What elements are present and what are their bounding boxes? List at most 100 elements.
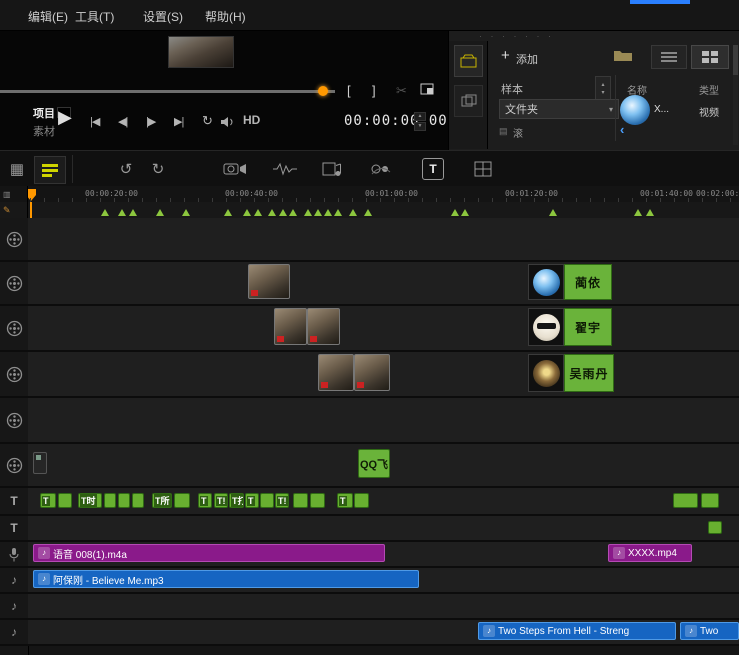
repeat-button[interactable]: ↻ bbox=[202, 113, 213, 129]
timeline-clip[interactable]: 蔺依 bbox=[528, 264, 612, 300]
timeline-clip[interactable] bbox=[274, 308, 307, 345]
add-folder-plus-icon[interactable]: + bbox=[501, 47, 510, 64]
timecode-spinner[interactable]: ▲ ▼ bbox=[414, 112, 426, 131]
timeline-clip[interactable] bbox=[118, 493, 130, 508]
chapter-marker-icon[interactable] bbox=[268, 209, 276, 216]
spin-down-icon[interactable]: ▼ bbox=[414, 122, 426, 131]
scrubber-track[interactable] bbox=[0, 90, 335, 93]
timeline-clip[interactable] bbox=[248, 264, 290, 299]
subtitle-editor-button[interactable]: T bbox=[420, 156, 446, 182]
scrubber-handle[interactable] bbox=[318, 86, 328, 96]
chapter-marker-icon[interactable] bbox=[461, 209, 469, 216]
enlarge-preview-icon[interactable] bbox=[420, 83, 434, 98]
undo-button[interactable]: ↺ bbox=[114, 156, 138, 182]
spin-down-icon[interactable]: ▾ bbox=[601, 89, 604, 97]
timeline-clip[interactable]: T bbox=[337, 493, 353, 508]
library-scrollbar[interactable] bbox=[733, 45, 738, 145]
timeline-clip[interactable]: 翟宇 bbox=[528, 308, 612, 346]
thumbnail-view-button[interactable] bbox=[691, 45, 729, 69]
spin-up-icon[interactable]: ▴ bbox=[601, 81, 604, 89]
clip-mode-toggle[interactable]: 素材 bbox=[33, 123, 55, 139]
track-head-voice[interactable] bbox=[0, 542, 28, 568]
chapter-marker-icon[interactable] bbox=[224, 209, 232, 216]
chapter-marker-icon[interactable] bbox=[334, 209, 342, 216]
chapter-marker-icon[interactable] bbox=[304, 209, 312, 216]
track-head-video-3[interactable] bbox=[0, 306, 28, 352]
folder-dropdown[interactable]: 文件夹 ▾ bbox=[499, 99, 619, 119]
track-row-video-3[interactable]: 翟宇 bbox=[28, 306, 739, 352]
edit-pen-icon[interactable]: ✎ bbox=[3, 205, 11, 216]
media-item-thumbnail[interactable] bbox=[620, 95, 650, 125]
track-head-video-5[interactable] bbox=[0, 398, 28, 444]
timeline-clip[interactable]: 吴雨丹 bbox=[528, 354, 614, 392]
mark-in-button[interactable]: [ bbox=[347, 83, 351, 98]
chapter-marker-icon[interactable] bbox=[118, 209, 126, 216]
timeline-clip[interactable]: QQ飞 bbox=[358, 449, 390, 478]
list-view-button[interactable] bbox=[651, 45, 687, 69]
timeline-clip[interactable] bbox=[293, 493, 308, 508]
timeline-view-button[interactable] bbox=[34, 156, 66, 184]
chapter-marker-icon[interactable] bbox=[634, 209, 642, 216]
timeline-ruler[interactable]: 00:00:20:00 00:00:40:00 00:01:00:00 00:01:2… bbox=[0, 186, 739, 203]
panel-drag-handle[interactable]: · · · · · · · bbox=[479, 31, 554, 41]
timecode-display[interactable]: 00:00:00:00 bbox=[344, 113, 448, 129]
split-clip-icon[interactable]: ✂ bbox=[396, 83, 407, 99]
timeline-clip[interactable]: ♪ 阿保刚 - Believe Me.mp3 bbox=[33, 570, 419, 588]
track-row-video-1[interactable] bbox=[28, 218, 739, 262]
track-head-title-1[interactable]: T bbox=[0, 488, 28, 516]
timeline-clip[interactable] bbox=[58, 493, 72, 508]
redo-button[interactable]: ↻ bbox=[146, 156, 170, 182]
chapter-marker-icon[interactable] bbox=[364, 209, 372, 216]
track-head-title-2[interactable]: T bbox=[0, 516, 28, 542]
chapter-marker-icon[interactable] bbox=[289, 209, 297, 216]
sound-mixer-button[interactable] bbox=[272, 156, 298, 182]
chapter-marker-icon[interactable] bbox=[324, 209, 332, 216]
timeline-clip[interactable]: T所 bbox=[152, 493, 172, 508]
column-header-type[interactable]: 类型 bbox=[699, 82, 719, 97]
track-head-video-1[interactable] bbox=[0, 218, 28, 262]
chapter-marker-icon[interactable] bbox=[279, 209, 287, 216]
timeline-clip[interactable] bbox=[310, 493, 325, 508]
track-row-video-2[interactable]: 蔺依 bbox=[28, 262, 739, 306]
track-row-music-2[interactable] bbox=[28, 594, 739, 620]
timeline-clip[interactable]: ♪ Two Steps From Hell - Streng bbox=[478, 622, 676, 640]
chapter-marker-icon[interactable] bbox=[314, 209, 322, 216]
track-head-video-6[interactable] bbox=[0, 444, 28, 488]
timeline-clip[interactable] bbox=[708, 521, 722, 534]
track-row-music-3[interactable]: ♪ Two Steps From Hell - Streng ♪ Two bbox=[28, 620, 739, 646]
menu-item-3[interactable]: 工具(T) bbox=[75, 8, 114, 25]
instant-project-button[interactable] bbox=[454, 85, 483, 117]
timeline-clip[interactable] bbox=[701, 493, 719, 508]
timeline-clip[interactable] bbox=[260, 493, 274, 508]
jump-start-button[interactable]: |◀ bbox=[90, 115, 100, 128]
track-head-video-2[interactable] bbox=[0, 262, 28, 306]
collapse-back-button[interactable]: ‹ bbox=[620, 122, 624, 137]
chapter-marker-icon[interactable] bbox=[129, 209, 137, 216]
chapter-marker-icon[interactable] bbox=[646, 209, 654, 216]
timeline-clip[interactable]: T bbox=[40, 493, 56, 508]
timeline-clip[interactable] bbox=[354, 354, 390, 391]
timeline-clip[interactable]: T bbox=[198, 493, 212, 508]
timeline-clip[interactable]: ♪ Two bbox=[680, 622, 739, 640]
timeline-clip[interactable] bbox=[33, 452, 47, 474]
track-row-title-1[interactable]: T T时 T所 T T! T打 T T! T bbox=[28, 488, 739, 516]
hd-toggle[interactable]: HD bbox=[243, 113, 260, 127]
chapter-marker-icon[interactable] bbox=[349, 209, 357, 216]
menu-item-2[interactable]: 编辑(E) bbox=[28, 8, 68, 25]
track-head-music-2[interactable]: ♪ bbox=[0, 594, 28, 620]
track-head-video-4[interactable] bbox=[0, 352, 28, 398]
timeline-clip[interactable]: T! bbox=[275, 493, 289, 508]
timeline-clip[interactable] bbox=[132, 493, 144, 508]
auto-music-button[interactable] bbox=[320, 156, 346, 182]
chapter-marker-icon[interactable] bbox=[182, 209, 190, 216]
media-library-button[interactable] bbox=[454, 45, 483, 77]
chapter-marker-icon[interactable] bbox=[451, 209, 459, 216]
record-capture-button[interactable] bbox=[222, 156, 248, 182]
volume-button[interactable] bbox=[220, 115, 235, 133]
chapter-marker-icon[interactable] bbox=[254, 209, 262, 216]
timeline-clip[interactable]: T打 bbox=[229, 493, 244, 508]
timeline-clip[interactable] bbox=[354, 493, 369, 508]
jump-end-button[interactable]: ▶| bbox=[174, 115, 184, 128]
timeline-clip[interactable] bbox=[307, 308, 340, 345]
prev-frame-button[interactable]: ◀| bbox=[118, 115, 128, 128]
